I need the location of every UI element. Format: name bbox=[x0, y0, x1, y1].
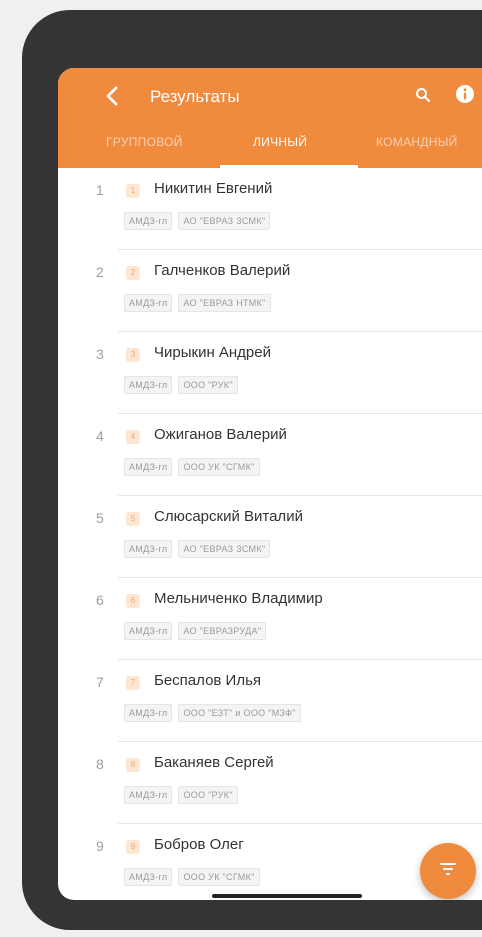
place-badge-icon: 8 bbox=[126, 758, 140, 772]
info-button[interactable] bbox=[454, 84, 476, 109]
category-tag: АМДЗ-гл bbox=[124, 540, 173, 558]
participant-name: Беспалов Илья bbox=[154, 672, 262, 689]
tag-group: АМДЗ-гл ООО УК "СГМК" bbox=[124, 868, 260, 886]
rank-number: 1 bbox=[96, 182, 104, 198]
category-tag: АМДЗ-гл bbox=[124, 294, 173, 312]
tag-group: АМДЗ-гл ООО "РУК" bbox=[124, 786, 238, 804]
organization-tag: ООО "РУК" bbox=[178, 786, 238, 804]
participant-name: Чирыкин Андрей bbox=[154, 344, 271, 361]
result-row[interactable]: 7 7 Беспалов Илья АМДЗ-гл ООО "ЕЗТ" и ООО "М… bbox=[58, 660, 482, 742]
rank-number: 7 bbox=[96, 674, 104, 690]
rank-number: 6 bbox=[96, 592, 104, 608]
participant-name: Мельниченко Владимир bbox=[154, 590, 323, 607]
tag-group: АМДЗ-гл АО "ЕВРАЗ ЗСМК" bbox=[124, 212, 271, 230]
tag-group: АМДЗ-гл ООО "ЕЗТ" и ООО "МЗФ" bbox=[124, 704, 301, 722]
filter-icon bbox=[440, 862, 456, 881]
result-row[interactable]: 3 3 Чирыкин Андрей АМДЗ-гл ООО "РУК" bbox=[58, 332, 482, 414]
filter-button[interactable] bbox=[420, 843, 476, 899]
rank-number: 9 bbox=[96, 838, 104, 854]
organization-tag: ООО "ЕЗТ" и ООО "МЗФ" bbox=[178, 704, 301, 722]
place-badge-icon: 9 bbox=[126, 840, 140, 854]
tag-group: АМДЗ-гл ООО "РУК" bbox=[124, 376, 238, 394]
info-icon bbox=[455, 84, 475, 109]
search-icon bbox=[415, 87, 431, 108]
participant-name: Слюсарский Виталий bbox=[154, 508, 303, 525]
organization-tag: ООО "РУК" bbox=[178, 376, 238, 394]
place-badge-icon: 4 bbox=[126, 430, 140, 444]
tab-team[interactable]: КОМАНДНЫЙ bbox=[376, 135, 458, 149]
category-tag: АМДЗ-гл bbox=[124, 212, 173, 230]
category-tag: АМДЗ-гл bbox=[124, 622, 173, 640]
place-badge-icon: 3 bbox=[126, 348, 140, 362]
result-row[interactable]: 9 9 Бобров Олег АМДЗ-гл ООО УК "СГМК" bbox=[58, 824, 482, 900]
participant-name: Ожиганов Валерий bbox=[154, 426, 287, 443]
category-tag: АМДЗ-гл bbox=[124, 786, 173, 804]
place-badge-icon: 7 bbox=[126, 676, 140, 690]
result-row[interactable]: 5 5 Слюсарский Виталий АМДЗ-гл АО "ЕВРАЗ ЗСМ… bbox=[58, 496, 482, 578]
result-row[interactable]: 8 8 Баканяев Сергей АМДЗ-гл ООО "РУК" bbox=[58, 742, 482, 824]
tab-personal[interactable]: ЛИЧНЫЙ bbox=[253, 135, 307, 149]
place-badge-icon: 1 bbox=[126, 184, 140, 198]
category-tag: АМДЗ-гл bbox=[124, 376, 173, 394]
back-arrow-icon bbox=[106, 86, 118, 111]
tag-group: АМДЗ-гл АО "ЕВРАЗ НТМК" bbox=[124, 294, 271, 312]
category-tag: АМДЗ-гл bbox=[124, 868, 173, 886]
participant-name: Никитин Евгений bbox=[154, 180, 273, 197]
participant-name: Бобров Олег bbox=[154, 836, 244, 853]
rank-number: 5 bbox=[96, 510, 104, 526]
result-row[interactable]: 6 6 Мельниченко Владимир АМДЗ-гл АО "ЕВРАЗРУ… bbox=[58, 578, 482, 660]
rank-number: 2 bbox=[96, 264, 104, 280]
app-screen: Результаты ГРУППОВОЙ ЛИЧНЫЙ КОМАНДНЫЙ 1 … bbox=[58, 68, 482, 900]
app-bar: Результаты ГРУППОВОЙ ЛИЧНЫЙ КОМАНДНЫЙ bbox=[58, 68, 482, 168]
organization-tag: АО "ЕВРАЗ НТМК" bbox=[178, 294, 271, 312]
participant-name: Галченков Валерий bbox=[154, 262, 291, 279]
organization-tag: ООО УК "СГМК" bbox=[178, 868, 260, 886]
organization-tag: ООО УК "СГМК" bbox=[178, 458, 260, 476]
place-badge-icon: 2 bbox=[126, 266, 140, 280]
participant-name: Баканяев Сергей bbox=[154, 754, 274, 771]
tab-group[interactable]: ГРУППОВОЙ bbox=[106, 135, 183, 149]
rank-number: 4 bbox=[96, 428, 104, 444]
home-indicator bbox=[212, 894, 362, 898]
result-row[interactable]: 1 1 Никитин Евгений АМДЗ-гл АО "ЕВРАЗ ЗСМК" bbox=[58, 168, 482, 250]
place-badge-icon: 5 bbox=[126, 512, 140, 526]
organization-tag: АО "ЕВРАЗ ЗСМК" bbox=[178, 212, 271, 230]
rank-number: 3 bbox=[96, 346, 104, 362]
rank-number: 8 bbox=[96, 756, 104, 772]
tag-group: АМДЗ-гл АО "ЕВРАЗ ЗСМК" bbox=[124, 540, 271, 558]
phone-frame: Результаты ГРУППОВОЙ ЛИЧНЫЙ КОМАНДНЫЙ 1 … bbox=[22, 10, 482, 930]
category-tag: АМДЗ-гл bbox=[124, 704, 173, 722]
back-button[interactable] bbox=[100, 86, 124, 110]
tag-group: АМДЗ-гл АО "ЕВРАЗРУДА" bbox=[124, 622, 267, 640]
organization-tag: АО "ЕВРАЗРУДА" bbox=[178, 622, 267, 640]
organization-tag: АО "ЕВРАЗ ЗСМК" bbox=[178, 540, 271, 558]
place-badge-icon: 6 bbox=[126, 594, 140, 608]
tag-group: АМДЗ-гл ООО УК "СГМК" bbox=[124, 458, 260, 476]
page-title: Результаты bbox=[150, 87, 240, 106]
result-row[interactable]: 4 4 Ожиганов Валерий АМДЗ-гл ООО УК "СГМК" bbox=[58, 414, 482, 496]
category-tag: АМДЗ-гл bbox=[124, 458, 173, 476]
result-row[interactable]: 2 2 Галченков Валерий АМДЗ-гл АО "ЕВРАЗ НТМК… bbox=[58, 250, 482, 332]
search-button[interactable] bbox=[410, 84, 436, 110]
